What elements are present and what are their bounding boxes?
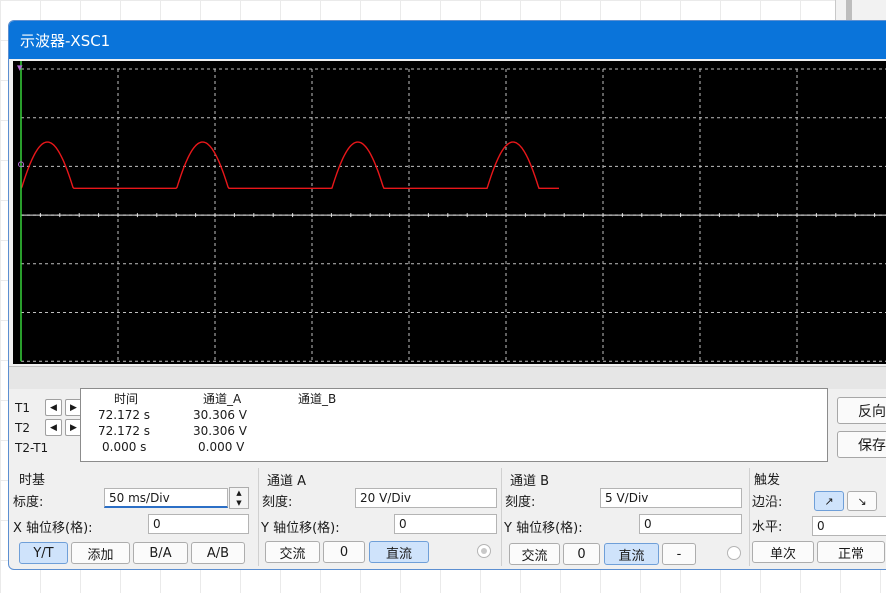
spin-down-icon[interactable]: ▼	[230, 498, 248, 508]
divider	[501, 468, 502, 566]
channel-a-scale-label: 刻度:	[262, 495, 293, 510]
window-title: 示波器-XSC1	[20, 31, 111, 50]
readout-diff-channel-a: 0.000 V	[198, 440, 245, 454]
cursor-marker-icon[interactable]: ▾	[17, 61, 23, 74]
trigger-single-button[interactable]: 单次	[752, 541, 814, 563]
readout-t1-time: 72.172 s	[98, 408, 151, 422]
channel-b-scale-field[interactable]: 5 V/Div	[600, 488, 742, 508]
reverse-button[interactable]: 反向	[837, 397, 886, 424]
readout-t2-channel-a: 30.306 V	[193, 424, 248, 438]
trigger-level-field[interactable]: 0	[812, 516, 886, 536]
channel-a-trace	[20, 141, 559, 189]
timebase-scale-label: 标度:	[13, 495, 44, 510]
channel-a-dc-button[interactable]: 直流	[369, 541, 429, 563]
timebase-scale-field[interactable]: 50 ms/Div	[104, 488, 228, 508]
trigger-falling-edge-icon[interactable]: ↘	[847, 491, 877, 511]
status-strip	[9, 366, 886, 389]
channel-b-y-offset-label: Y 轴位移(格):	[504, 521, 583, 536]
background-panel-edge	[835, 0, 886, 22]
channel-b-ac-button[interactable]: 交流	[509, 543, 560, 565]
add-button[interactable]: 添加	[71, 542, 130, 564]
channel-b-dc-button[interactable]: 直流	[604, 543, 659, 565]
title-bar[interactable]: 示波器-XSC1	[9, 21, 886, 59]
timebase-title: 时基	[19, 473, 46, 488]
channel-b-title: 通道 B	[510, 474, 550, 489]
x-offset-label: X 轴位移(格):	[13, 521, 93, 536]
cursor-diff-row: T2-T1	[15, 441, 65, 455]
save-button[interactable]: 保存	[837, 431, 886, 458]
x-offset-field[interactable]: 0	[148, 514, 249, 534]
cursor-t1-row: T1 ◀ ▶	[15, 399, 85, 416]
readout-header-channel-b: 通道_B	[298, 392, 337, 406]
channel-a-y-offset-field[interactable]: 0	[394, 514, 497, 534]
trigger-title: 触发	[754, 473, 781, 488]
channel-a-zero-button[interactable]: 0	[323, 541, 365, 563]
channel-b-y-offset-field[interactable]: 0	[639, 514, 742, 534]
channel-b-scale-label: 刻度:	[505, 495, 536, 510]
channel-a-y-offset-label: Y 轴位移(格):	[261, 521, 340, 536]
measurement-readout: 时间 通道_A 通道_B 72.172 s 30.306 V 72.172 s …	[80, 388, 828, 462]
scope-display[interactable]: ▾	[13, 61, 886, 364]
spin-up-icon[interactable]: ▲	[230, 488, 248, 498]
trigger-level-label: 水平:	[752, 520, 783, 535]
cursor-t1-label: T1	[15, 400, 30, 415]
divider	[258, 468, 259, 566]
cursor-t2-row: T2 ◀ ▶	[15, 419, 85, 436]
trigger-normal-button[interactable]: 正常	[817, 541, 885, 563]
readout-header-channel-a: 通道_A	[203, 392, 242, 406]
readout-t1-channel-a: 30.306 V	[193, 408, 248, 422]
cursor-t2-left-arrow-icon[interactable]: ◀	[45, 419, 62, 436]
channel-b-radio[interactable]	[727, 546, 741, 560]
timebase-scale-spinner[interactable]: ▲ ▼	[229, 487, 249, 509]
readout-diff-time: 0.000 s	[102, 440, 147, 454]
oscilloscope-window: 示波器-XSC1 ▾ T1 ◀ ▶ T2 ◀ ▶ T2-T1 时间 通道_A 通…	[8, 20, 886, 570]
channel-a-scale-field[interactable]: 20 V/Div	[355, 488, 497, 508]
channel-a-title: 通道 A	[267, 474, 307, 489]
trigger-edge-label: 边沿:	[752, 495, 783, 510]
channel-b-zero-button[interactable]: 0	[563, 543, 600, 565]
a-over-b-button[interactable]: A/B	[191, 542, 245, 564]
divider	[749, 468, 750, 566]
trigger-rising-edge-icon[interactable]: ↗	[814, 491, 844, 511]
cursor-t1-left-arrow-icon[interactable]: ◀	[45, 399, 62, 416]
readout-header-time: 时间	[114, 392, 139, 406]
scope-screen[interactable]: ▾	[13, 61, 886, 364]
channel-a-ac-button[interactable]: 交流	[265, 541, 320, 563]
cursor-t2-label: T2	[15, 420, 30, 435]
channel-a-radio[interactable]	[477, 544, 491, 558]
yt-button[interactable]: Y/T	[19, 542, 68, 564]
readout-t2-time: 72.172 s	[98, 424, 151, 438]
b-over-a-button[interactable]: B/A	[133, 542, 188, 564]
channel-b-minus-button[interactable]: -	[662, 543, 696, 565]
cursor-diff-label: T2-T1	[15, 441, 49, 455]
